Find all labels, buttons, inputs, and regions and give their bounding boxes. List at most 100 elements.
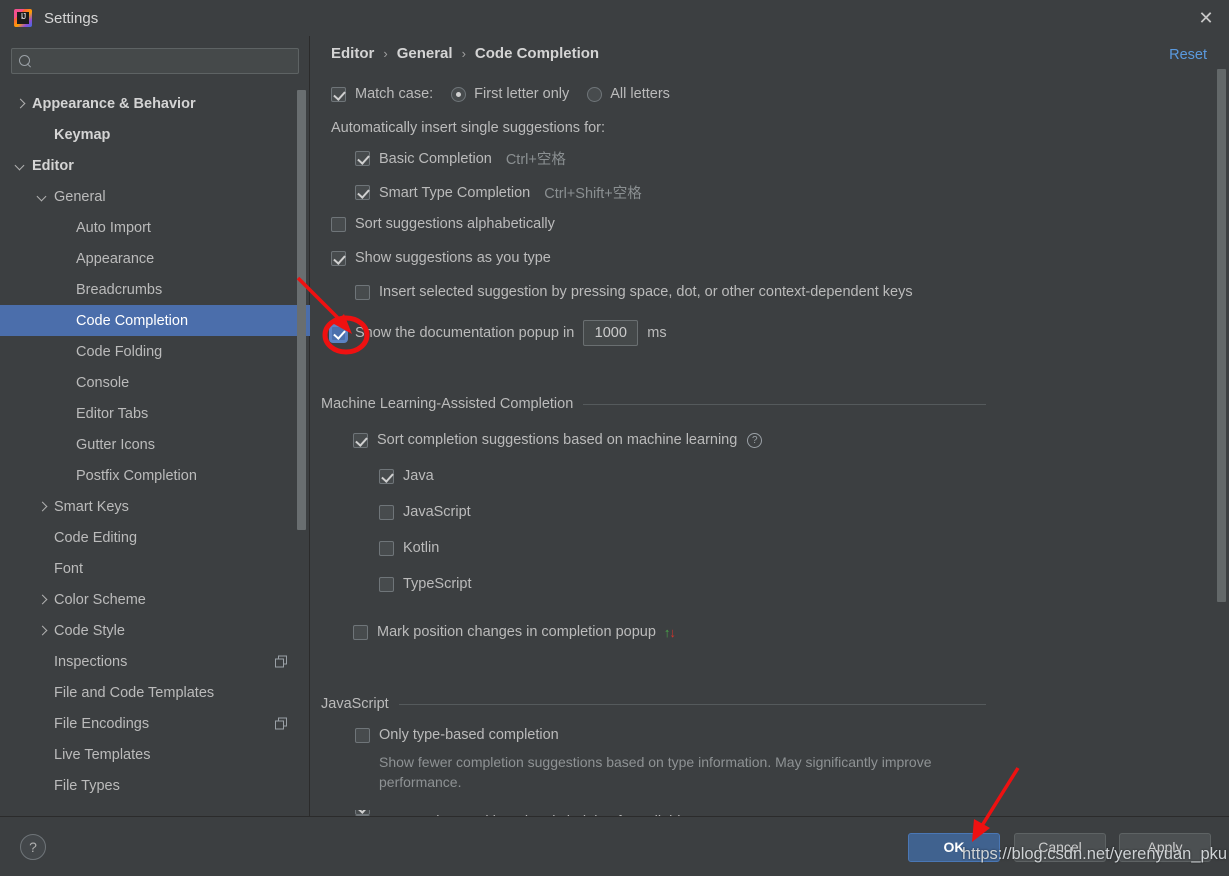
sidebar-item-label: Smart Keys <box>54 498 129 515</box>
help-button[interactable]: ? <box>20 834 46 860</box>
ml-sort-checkbox[interactable] <box>353 432 368 448</box>
sidebar-item-auto-import[interactable]: Auto Import <box>0 212 310 243</box>
sidebar-item-general[interactable]: General <box>0 181 310 212</box>
sidebar-item-console[interactable]: Console <box>0 367 310 398</box>
settings-tree: Appearance & Behavior Keymap Editor General… <box>0 88 310 816</box>
chevron-right-icon: › <box>461 46 466 61</box>
ml-language-checkbox-kotlin[interactable] <box>379 540 394 556</box>
sidebar-item-code-style[interactable]: Code Style <box>0 615 310 646</box>
copy-icon[interactable] <box>275 717 288 730</box>
partial-row <box>355 810 379 815</box>
sidebar-item-code-folding[interactable]: Code Folding <box>0 336 310 367</box>
sidebar-item-file-types[interactable]: File Types <box>0 770 310 801</box>
arrow-down-icon: ↓ <box>669 624 675 640</box>
sidebar-item-label: Appearance <box>76 250 155 267</box>
smart-type-completion-checkbox[interactable] <box>355 185 370 200</box>
smart-type-completion-row: Smart Type Completion Ctrl+Shift+空格 <box>355 182 642 203</box>
sidebar-item-editor[interactable]: Editor <box>0 150 310 181</box>
sidebar-item-gutter-icons[interactable]: Gutter Icons <box>0 429 310 460</box>
all-letters-radio[interactable] <box>587 86 603 102</box>
doc-popup-row: Show the documentation popup in 1000 ms <box>331 320 667 346</box>
sidebar-item-appearance-behavior[interactable]: Appearance & Behavior <box>0 88 310 119</box>
sidebar-item-code-completion[interactable]: Code Completion <box>0 305 310 336</box>
ml-language-checkbox-javascript[interactable] <box>379 504 394 520</box>
sidebar-item-appearance[interactable]: Appearance <box>0 243 310 274</box>
match-case-checkbox[interactable] <box>331 86 346 102</box>
search-input[interactable] <box>32 53 298 69</box>
show-as-you-type-checkbox[interactable] <box>331 250 346 266</box>
sidebar-item-label: General <box>54 188 106 205</box>
breadcrumb-item-general[interactable]: General <box>397 45 453 62</box>
code-completion-panel: Match case: First letter only All letter… <box>311 82 1229 816</box>
copy-icon[interactable] <box>275 655 288 668</box>
ml-sort-row: Sort completion suggestions based on mac… <box>353 432 763 448</box>
ml-language-row-java: Java <box>379 468 434 484</box>
only-type-based-label: Only type-based completion <box>379 727 559 743</box>
only-type-based-checkbox[interactable] <box>355 727 370 743</box>
sidebar-item-file-and-code-templates[interactable]: File and Code Templates <box>0 677 310 708</box>
sidebar-item-label: File Types <box>54 777 120 794</box>
sidebar-item-postfix-completion[interactable]: Postfix Completion <box>0 460 310 491</box>
first-letter-only-radio[interactable] <box>451 86 467 102</box>
auto-insert-header-label: Automatically insert single suggestions … <box>331 120 606 136</box>
chevron-right-icon[interactable] <box>36 501 48 513</box>
ml-group-label: Machine Learning-Assisted Completion <box>321 396 574 412</box>
sidebar-item-smart-keys[interactable]: Smart Keys <box>0 491 310 522</box>
partial-row-checkbox[interactable] <box>355 810 370 815</box>
help-circle-icon[interactable]: ? <box>747 432 763 448</box>
chevron-right-icon[interactable] <box>36 594 48 606</box>
sidebar-item-editor-tabs[interactable]: Editor Tabs <box>0 398 310 429</box>
ml-language-checkbox-typescript[interactable] <box>379 576 394 592</box>
chevron-right-icon[interactable] <box>36 625 48 637</box>
sidebar-item-label: File Encodings <box>54 715 150 732</box>
search-icon <box>19 54 32 68</box>
basic-completion-checkbox[interactable] <box>355 151 370 166</box>
sidebar-item-label: Postfix Completion <box>76 467 197 484</box>
ml-language-label: TypeScript <box>403 576 472 592</box>
sidebar-item-label: Gutter Icons <box>76 436 155 453</box>
insert-selected-checkbox[interactable] <box>355 284 370 300</box>
sidebar-item-code-editing[interactable]: Code Editing <box>0 522 310 553</box>
show-as-you-type-row: Show suggestions as you type <box>331 250 551 266</box>
close-icon[interactable]: ✕ <box>1183 0 1229 36</box>
chevron-right-icon: › <box>383 46 388 61</box>
chevron-right-icon[interactable] <box>14 98 26 110</box>
insert-selected-label: Insert selected suggestion by pressing s… <box>379 284 913 300</box>
group-divider <box>583 403 986 405</box>
ml-language-checkbox-java[interactable] <box>379 468 394 484</box>
reset-link[interactable]: Reset <box>1169 47 1207 63</box>
sidebar-item-breadcrumbs[interactable]: Breadcrumbs <box>0 274 310 305</box>
sidebar-item-label: Keymap <box>54 126 111 143</box>
chevron-down-icon[interactable] <box>14 160 26 172</box>
basic-completion-label: Basic Completion <box>379 150 492 167</box>
sidebar-item-inspections[interactable]: Inspections <box>0 646 310 677</box>
search-box[interactable] <box>11 48 299 74</box>
sidebar-item-label: Inspections <box>54 653 128 670</box>
sidebar-item-label: Console <box>76 374 130 391</box>
sidebar-item-keymap[interactable]: Keymap <box>0 119 310 150</box>
show-documentation-popup-checkbox[interactable] <box>331 325 346 341</box>
sidebar-scrollbar[interactable] <box>297 90 306 530</box>
ml-language-label: JavaScript <box>403 504 471 520</box>
sidebar-item-file-encodings[interactable]: File Encodings <box>0 708 310 739</box>
chevron-down-icon[interactable] <box>36 191 48 203</box>
breadcrumb-item-code-completion: Code Completion <box>474 45 600 62</box>
doc-popup-delay-input[interactable]: 1000 <box>583 320 639 346</box>
sidebar-item-font[interactable]: Font <box>0 553 310 584</box>
sidebar-item-label: Code Completion <box>76 312 189 329</box>
mark-position-checkbox[interactable] <box>353 624 368 640</box>
sidebar-item-color-scheme[interactable]: Color Scheme <box>0 584 310 615</box>
sort-alphabetically-checkbox[interactable] <box>331 216 346 232</box>
breadcrumb-item-editor[interactable]: Editor <box>331 45 374 62</box>
javascript-group-label: JavaScript <box>321 696 389 712</box>
sidebar-item-live-templates[interactable]: Live Templates <box>0 739 310 770</box>
content-scrollbar[interactable] <box>1217 69 1226 602</box>
